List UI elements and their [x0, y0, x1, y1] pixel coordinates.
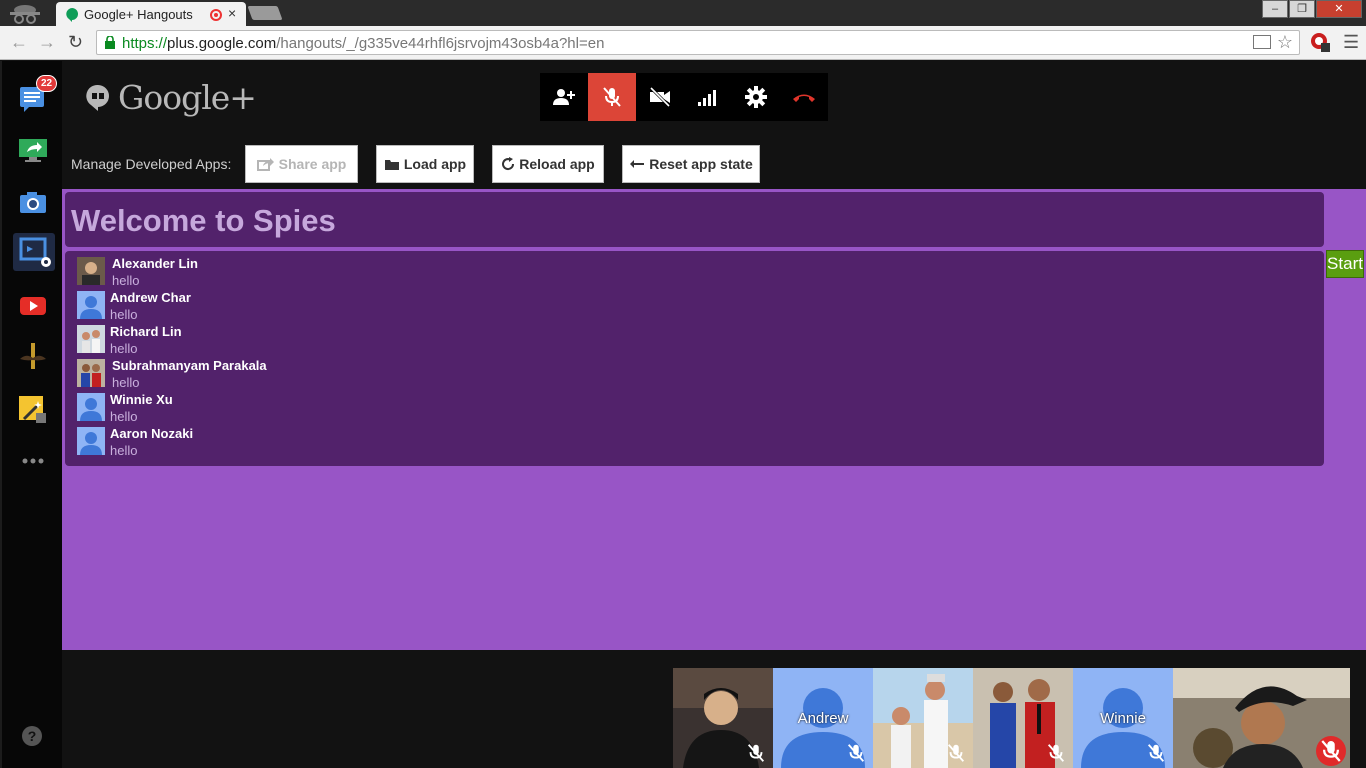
start-button[interactable]: Start	[1326, 250, 1364, 278]
avatar	[77, 257, 105, 285]
participant-thumbnail[interactable]	[673, 668, 773, 768]
close-window-button[interactable]: ✕	[1316, 0, 1362, 18]
close-tab-icon[interactable]: ×	[228, 5, 236, 21]
avatar	[77, 325, 105, 353]
avatar	[77, 427, 105, 455]
forward-icon[interactable]: →	[38, 32, 56, 53]
lock-icon	[105, 36, 115, 49]
avatar	[77, 393, 105, 421]
share-app-button: Share app	[245, 145, 358, 183]
camera-permission-icon[interactable]	[1253, 35, 1271, 49]
more-icon[interactable]	[18, 449, 48, 479]
window-controls: – ❐ ✕	[1261, 0, 1362, 20]
participant-thumbnail[interactable]: Andrew	[773, 668, 873, 768]
maximize-button[interactable]: ❐	[1289, 0, 1315, 18]
reload-icon	[502, 157, 515, 171]
load-app-button[interactable]: Load app	[376, 145, 474, 183]
muted-mic-icon	[747, 744, 765, 762]
help-icon[interactable]: ?	[22, 726, 42, 746]
address-bar[interactable]: https://plus.google.com/hangouts/_/g335v…	[96, 30, 1300, 55]
spies-app: Welcome to Spies Alexander Lin hello And…	[62, 189, 1366, 650]
turn-off-camera-icon[interactable]	[636, 73, 684, 121]
tab-title: Google+ Hangouts	[84, 7, 193, 22]
browser-tab[interactable]: Google+ Hangouts ×	[56, 2, 246, 28]
reset-arrow-icon	[630, 160, 645, 168]
incognito-icon	[10, 5, 40, 24]
settings-icon[interactable]	[732, 73, 780, 121]
google-plus-logo: Google+	[118, 78, 257, 117]
participant-thumbnail-self[interactable]	[1173, 668, 1350, 768]
call-controls	[540, 73, 828, 121]
notification-badge: 22	[36, 75, 58, 92]
hangouts-favicon	[66, 8, 78, 22]
effects-icon[interactable]	[18, 395, 48, 425]
youtube-icon[interactable]	[18, 291, 48, 321]
new-tab-button[interactable]	[247, 6, 283, 20]
bookmark-star-icon[interactable]: ☆	[1277, 32, 1293, 53]
app-developer-icon[interactable]	[13, 233, 55, 271]
muted-mic-icon	[1147, 744, 1165, 762]
share-icon	[256, 158, 274, 171]
reload-app-button[interactable]: Reload app	[492, 145, 604, 183]
self-muted-mic-icon	[1316, 736, 1346, 766]
minimize-button[interactable]: –	[1262, 0, 1288, 18]
hangout-chat-icon[interactable]: 22	[18, 75, 58, 113]
invite-people-icon[interactable]	[540, 73, 588, 121]
participant-name: Andrew	[797, 710, 849, 727]
title-bar: Google+ Hangouts × – ❐ ✕	[0, 0, 1366, 28]
app-title: Welcome to Spies	[71, 203, 336, 238]
welcome-panel: Welcome to Spies	[65, 192, 1324, 247]
participant-thumbnail[interactable]: Winnie	[1073, 668, 1173, 768]
url-text: https://plus.google.com/hangouts/_/g335v…	[122, 35, 605, 52]
participant-thumbnail[interactable]	[873, 668, 973, 768]
leave-call-icon[interactable]	[780, 73, 828, 121]
extension-icon[interactable]	[1309, 31, 1331, 53]
participant-thumbnail[interactable]	[973, 668, 1073, 768]
mustache-icon[interactable]	[18, 341, 48, 371]
folder-icon	[384, 159, 399, 170]
muted-mic-icon	[947, 744, 965, 762]
chrome-menu-icon[interactable]: ☰	[1343, 32, 1359, 53]
muted-mic-icon	[847, 744, 865, 762]
participant-name: Winnie	[1100, 710, 1146, 727]
avatar	[77, 291, 105, 319]
hangout-app-rail: 22	[0, 61, 62, 768]
mute-mic-icon[interactable]	[588, 73, 636, 121]
reload-icon[interactable]: ↻	[68, 32, 83, 53]
avatar	[77, 359, 105, 387]
camera-icon[interactable]	[18, 187, 48, 217]
muted-mic-icon	[1047, 744, 1065, 762]
browser-toolbar: ← → ↻ https://plus.google.com/hangouts/_…	[0, 26, 1366, 60]
participant-filmstrip: Andrew Winnie	[673, 668, 1350, 768]
player-list: Alexander Lin hello Andrew Char hello Ri…	[65, 251, 1324, 466]
manage-apps-label: Manage Developed Apps:	[71, 156, 232, 172]
reset-app-state-button[interactable]: Reset app state	[622, 145, 760, 183]
recording-icon	[210, 9, 222, 21]
back-icon[interactable]: ←	[10, 32, 28, 53]
screenshare-icon[interactable]	[18, 135, 48, 165]
bandwidth-icon[interactable]	[684, 73, 732, 121]
